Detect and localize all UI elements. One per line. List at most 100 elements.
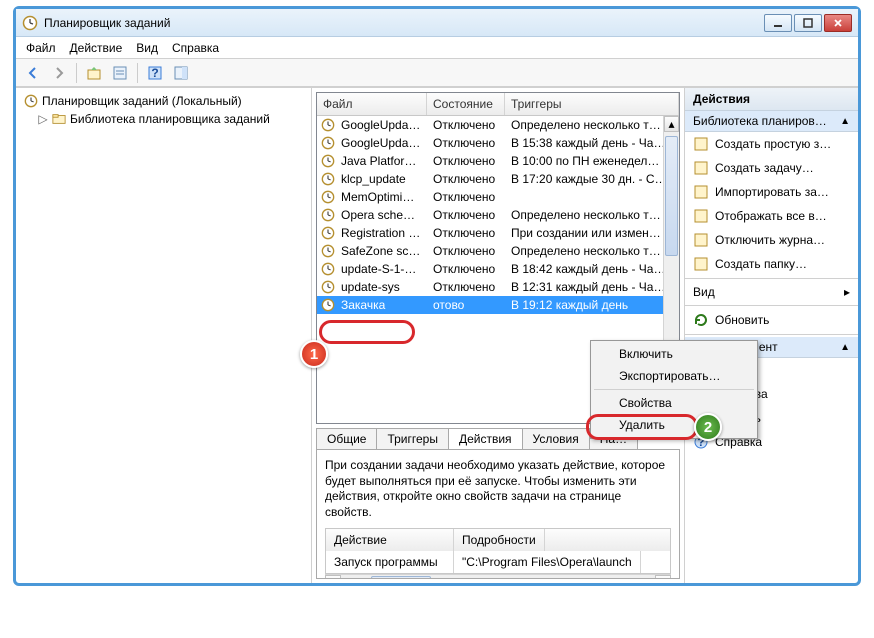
action-item[interactable]: Отключить журна… <box>685 228 858 252</box>
wizard-icon <box>693 136 709 152</box>
expand-icon[interactable]: ▷ <box>38 112 48 126</box>
scrollbar-horizontal[interactable]: ◂ ▸ <box>325 574 671 579</box>
tab-triggers[interactable]: Триггеры <box>376 428 449 449</box>
clock-icon <box>321 262 335 276</box>
task-name: Opera sched… <box>335 207 427 223</box>
maximize-button[interactable] <box>794 14 822 32</box>
task-row[interactable]: Закачка отово В 19:12 каждый день <box>317 296 679 314</box>
action-item-label: Создать задачу… <box>715 161 814 175</box>
details-message: При создании задачи необходимо указать д… <box>325 458 671 520</box>
task-row[interactable]: Registration … Отключено При создании ил… <box>317 224 679 242</box>
task-row[interactable]: update-S-1-… Отключено В 18:42 каждый де… <box>317 260 679 278</box>
action-item[interactable]: Создать папку… <box>685 252 858 276</box>
clock-icon <box>321 172 335 186</box>
action-col-action[interactable]: Действие <box>326 529 454 551</box>
task-trigger <box>505 196 679 198</box>
action-item[interactable]: Отображать все в… <box>685 204 858 228</box>
action-col-details[interactable]: Подробности <box>454 529 545 551</box>
task-row[interactable]: Opera sched… Отключено Определено нескол… <box>317 206 679 224</box>
toolbar: ? <box>16 59 858 87</box>
task-name: Закачка <box>335 297 427 313</box>
task-state: Отключено <box>427 171 505 187</box>
up-icon[interactable] <box>83 62 105 84</box>
task-trigger: Определено несколько т… <box>505 207 679 223</box>
menu-action[interactable]: Действие <box>70 41 123 55</box>
task-trigger: Определено несколько т… <box>505 243 679 259</box>
task-trigger: При создании или измен… <box>505 225 679 241</box>
task-state: Отключено <box>427 117 505 133</box>
scroll-right-icon[interactable]: ▸ <box>655 575 671 579</box>
column-triggers[interactable]: Триггеры <box>505 93 679 115</box>
clock-icon <box>22 15 38 31</box>
task-state: Отключено <box>427 189 505 205</box>
scroll-thumb-h[interactable] <box>371 576 431 579</box>
task-state: Отключено <box>427 135 505 151</box>
actions-view-label: Вид <box>693 285 715 299</box>
scroll-up-icon[interactable]: ▴ <box>664 116 679 132</box>
center-pane: Файл Состояние Триггеры GoogleUpda… Откл… <box>312 88 684 583</box>
clock-icon <box>321 280 335 294</box>
tab-actions[interactable]: Действия <box>448 428 523 449</box>
tab-conditions[interactable]: Условия <box>522 428 590 449</box>
actions-section-library[interactable]: Библиотека планиров… ▲ <box>685 111 858 132</box>
task-trigger: В 15:38 каждый день - Ча… <box>505 135 679 151</box>
minimize-button[interactable] <box>764 14 792 32</box>
task-name: GoogleUpda… <box>335 135 427 151</box>
back-button[interactable] <box>22 62 44 84</box>
task-trigger: В 18:42 каждый день - Ча… <box>505 261 679 277</box>
folder-icon <box>693 256 709 272</box>
close-button[interactable] <box>824 14 852 32</box>
forward-button[interactable] <box>48 62 70 84</box>
tree-root-label: Планировщик заданий (Локальный) <box>42 94 242 108</box>
panel-icon[interactable] <box>170 62 192 84</box>
task-row[interactable]: SafeZone sc… Отключено Определено нескол… <box>317 242 679 260</box>
actions-view[interactable]: Вид ▸ <box>685 281 858 303</box>
task-state: Отключено <box>427 261 505 277</box>
ctx-export[interactable]: Экспортировать… <box>593 365 755 387</box>
task-row[interactable]: Java Platfor… Отключено В 10:00 по ПН еж… <box>317 152 679 170</box>
menu-view[interactable]: Вид <box>136 41 158 55</box>
action-item[interactable]: Импортировать за… <box>685 180 858 204</box>
collapse-icon[interactable]: ▲ <box>840 116 850 127</box>
action-item[interactable]: Создать задачу… <box>685 156 858 180</box>
task-state: Отключено <box>427 243 505 259</box>
refresh-icon <box>693 312 709 328</box>
menu-help[interactable]: Справка <box>172 41 219 55</box>
task-name: SafeZone sc… <box>335 243 427 259</box>
task-row[interactable]: klcp_update Отключено В 17:20 каждые 30 … <box>317 170 679 188</box>
clock-icon <box>24 94 38 108</box>
help-icon[interactable]: ? <box>144 62 166 84</box>
tree-root[interactable]: Планировщик заданий (Локальный) <box>20 92 307 110</box>
task-row[interactable]: update-sys Отключено В 12:31 каждый день… <box>317 278 679 296</box>
task-row[interactable]: GoogleUpda… Отключено В 15:38 каждый ден… <box>317 134 679 152</box>
scroll-thumb[interactable] <box>665 136 678 256</box>
actions-pane-title: Действия <box>685 88 858 111</box>
action-item[interactable]: Создать простую з… <box>685 132 858 156</box>
clock-icon <box>321 208 335 222</box>
clock-icon <box>321 226 335 240</box>
scroll-left-icon[interactable]: ◂ <box>325 575 341 579</box>
task-state: Отключено <box>427 225 505 241</box>
task-trigger: В 17:20 каждые 30 дн. - С… <box>505 171 679 187</box>
column-file[interactable]: Файл <box>317 93 427 115</box>
menu-file[interactable]: Файл <box>26 41 56 55</box>
actions-refresh-label: Обновить <box>715 313 769 327</box>
collapse-icon[interactable]: ▲ <box>840 342 850 353</box>
ctx-delete[interactable]: Удалить <box>593 414 755 436</box>
ctx-properties[interactable]: Свойства <box>593 392 755 414</box>
clock-icon <box>321 244 335 258</box>
tab-general[interactable]: Общие <box>316 428 377 449</box>
task-name: Registration … <box>335 225 427 241</box>
svg-text:?: ? <box>151 66 158 80</box>
actions-refresh[interactable]: Обновить <box>685 308 858 332</box>
task-row[interactable]: GoogleUpda… Отключено Определено несколь… <box>317 116 679 134</box>
task-row[interactable]: MemOptimi… Отключено <box>317 188 679 206</box>
details-panel: При создании задачи необходимо указать д… <box>316 449 680 579</box>
ctx-enable[interactable]: Включить <box>593 343 755 365</box>
action-row[interactable]: Запуск программы "C:\Program Files\Opera… <box>326 551 670 573</box>
task-state: Отключено <box>427 279 505 295</box>
tree-child[interactable]: ▷ Библиотека планировщика заданий <box>34 110 307 128</box>
task-name: update-S-1-… <box>335 261 427 277</box>
properties-icon[interactable] <box>109 62 131 84</box>
column-state[interactable]: Состояние <box>427 93 505 115</box>
